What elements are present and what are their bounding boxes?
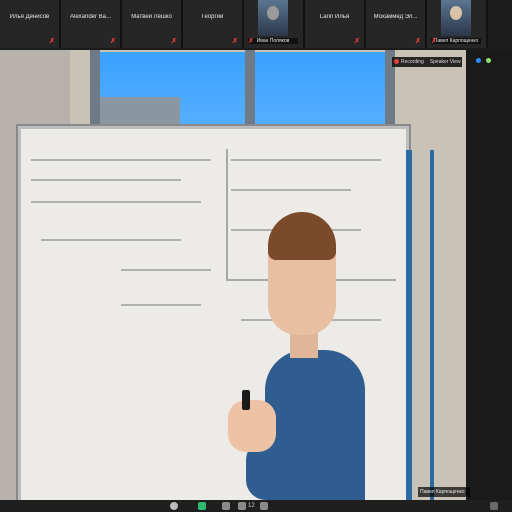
door-inner — [412, 150, 430, 500]
participant-tile-video[interactable]: Павел Карпощенко ✗ — [427, 0, 488, 48]
meeting-toolbar: 12 — [0, 500, 512, 512]
recording-indicator[interactable]: Recording Speaker View — [392, 57, 462, 67]
share-screen-icon[interactable] — [198, 502, 206, 510]
participant-tile[interactable]: Мохаммед Эл... ✗ — [366, 0, 427, 48]
participant-tile[interactable]: Alexander Ва... ✗ — [61, 0, 122, 48]
handwriting — [121, 304, 201, 306]
participant-video-thumbnail — [258, 0, 288, 36]
mic-muted-icon: ✗ — [354, 38, 360, 45]
side-panel — [466, 50, 512, 500]
participant-tile[interactable]: Илья Денисов ✗ — [0, 0, 61, 48]
active-speaker-video[interactable] — [0, 50, 466, 500]
reactions-icon[interactable] — [260, 502, 268, 510]
active-speaker-name: Павел Карпощенко — [418, 487, 470, 497]
handwriting — [31, 159, 211, 161]
handwriting — [231, 159, 381, 161]
marker — [242, 390, 250, 410]
participants-count: 12 — [248, 503, 255, 509]
handwriting — [31, 179, 181, 181]
handwriting — [31, 201, 201, 203]
participant-name: Георгий — [201, 14, 224, 20]
mic-muted-icon: ✗ — [171, 38, 177, 45]
drawn-line — [226, 149, 228, 279]
status-dot — [476, 58, 481, 63]
avatar — [267, 6, 279, 20]
avatar — [450, 6, 462, 20]
participants-icon[interactable] — [238, 502, 246, 510]
recording-label: Recording — [401, 59, 424, 65]
more-icon[interactable] — [490, 502, 498, 510]
participant-video-thumbnail — [441, 0, 471, 36]
handwriting — [121, 269, 211, 271]
participant-name: Матвей Лёшко — [131, 14, 172, 20]
participant-tile[interactable]: Матвей Лёшко ✗ — [122, 0, 183, 48]
participant-strip: Илья Денисов ✗ Alexander Ва... ✗ Матвей … — [0, 0, 512, 50]
mic-muted-icon: ✗ — [431, 38, 437, 45]
security-icon[interactable] — [170, 502, 178, 510]
presenter-hand — [228, 400, 276, 452]
mic-muted-icon: ✗ — [110, 38, 116, 45]
mic-muted-icon: ✗ — [49, 38, 55, 45]
handwriting — [41, 239, 181, 241]
chat-icon[interactable] — [222, 502, 230, 510]
recording-dot-icon — [394, 59, 399, 65]
speaker-view-button[interactable]: Speaker View — [430, 59, 461, 65]
participant-name: Иван Поляков — [248, 38, 298, 44]
status-dot — [486, 58, 491, 63]
handwriting — [231, 189, 351, 191]
participant-tile[interactable]: Георгий ✗ — [183, 0, 244, 48]
participant-name: Илья Денисов — [9, 14, 50, 20]
participant-tile[interactable]: Larin Илья ✗ — [305, 0, 366, 48]
participant-name: Мохаммед Эл... — [373, 14, 418, 20]
mic-muted-icon: ✗ — [232, 38, 238, 45]
mic-muted-icon: ✗ — [415, 38, 421, 45]
participant-name: Alexander Ва... — [69, 14, 112, 20]
participant-tile-video[interactable]: Иван Поляков ✗ — [244, 0, 305, 48]
participant-name: Larin Илья — [319, 14, 350, 20]
mic-muted-icon: ✗ — [248, 38, 254, 45]
door-frame — [406, 150, 434, 500]
participant-name: Павел Карпощенко — [431, 38, 481, 44]
